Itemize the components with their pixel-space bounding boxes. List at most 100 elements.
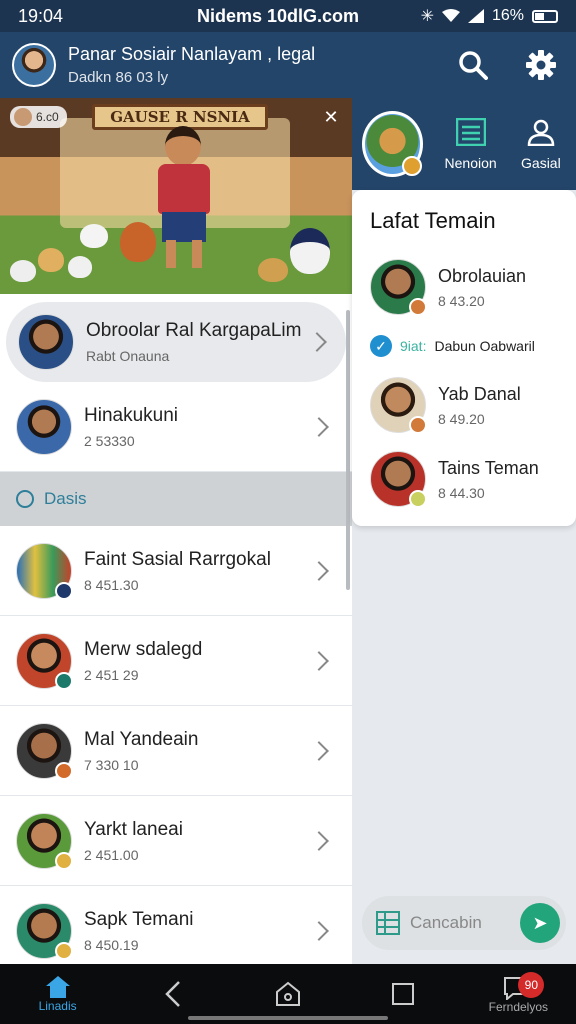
- status-badge: [409, 416, 427, 434]
- list-item-sub: 8 451.30: [84, 576, 139, 593]
- list-item[interactable]: Sapk Temani 8 450.19: [0, 886, 352, 964]
- list-item[interactable]: Hinakukuni 2 53330: [0, 382, 352, 472]
- send-button[interactable]: ➤: [520, 903, 560, 943]
- avatar: [16, 632, 73, 690]
- status-bar: 19:04 Nidems 10dlG.com ✳ 16%: [0, 0, 576, 32]
- banner-character: [150, 126, 220, 276]
- nav-back[interactable]: [133, 966, 213, 1022]
- avatar: [16, 722, 73, 780]
- status-badge: [55, 761, 73, 780]
- people-icon: [527, 119, 555, 146]
- card-item[interactable]: Tains Teman 8 44.30: [370, 442, 576, 516]
- list-item-sub: 2 451 29: [84, 666, 139, 683]
- scrollbar[interactable]: [346, 310, 350, 590]
- section-header: Dasis: [0, 472, 352, 526]
- tab-gasial[interactable]: Gasial: [506, 118, 576, 171]
- chat-list[interactable]: Obroolar Ral KargapaLim Rabt Onauna Hina…: [0, 294, 352, 964]
- pet-dog-icon: [80, 224, 108, 248]
- list-item-sub: 7 330 10: [84, 756, 139, 773]
- status-prefix: 9iat:: [400, 338, 427, 354]
- notification-badge: 90: [518, 972, 545, 998]
- send-icon: ➤: [532, 913, 548, 933]
- status-badge: [409, 298, 427, 316]
- search-icon: [459, 51, 488, 80]
- pet-bunny2-icon: [68, 256, 92, 278]
- card-item[interactable]: Obrolauian 8 43.20: [370, 250, 576, 324]
- featured-avatar[interactable]: [362, 111, 424, 177]
- list-item-selected[interactable]: Obroolar Ral KargapaLim Rabt Onauna: [6, 302, 346, 382]
- list-item[interactable]: Mal Yandeain 7 330 10: [0, 706, 352, 796]
- nav-home[interactable]: Linadis: [18, 966, 98, 1022]
- status-icons: ✳ 16%: [418, 6, 558, 26]
- status-badge: [55, 581, 73, 600]
- section-label: Dasis: [44, 489, 87, 508]
- battery-icon: [532, 9, 558, 23]
- pet-fox-icon: [120, 222, 156, 262]
- badge-label: 6.c0: [36, 110, 59, 124]
- profile-avatar[interactable]: [12, 43, 56, 87]
- list-item-name: Mal Yandeain: [84, 728, 199, 750]
- card-item[interactable]: Yab Danal 8 49.20: [370, 368, 576, 442]
- status-time: 19:04: [18, 5, 64, 26]
- chevron-right-icon: [309, 830, 329, 851]
- nav-home-button[interactable]: [248, 966, 328, 1022]
- pet-cat-icon: [258, 258, 288, 282]
- list-item-sub: 8 450.19: [84, 936, 139, 953]
- nav-messages[interactable]: Ferndelyos 90: [478, 966, 558, 1022]
- status-badge: [55, 671, 73, 690]
- close-icon: ✕: [323, 107, 339, 127]
- card-item-name: Yab Danal: [438, 383, 521, 404]
- banner-close-button[interactable]: ✕: [320, 106, 342, 128]
- friends-card: Lafat Temain Obrolauian 8 43.20 ✓ 9iat: …: [352, 190, 576, 526]
- card-status-line: ✓ 9iat: Dabun Oabwaril: [370, 324, 576, 368]
- right-header: Nenoion Gasial: [352, 98, 576, 190]
- avatar: [370, 259, 427, 316]
- battery-percent: 16%: [491, 7, 524, 24]
- list-item[interactable]: Yarkt laneai 2 451.00: [0, 796, 352, 886]
- search-button[interactable]: [450, 42, 496, 88]
- chevron-right-icon: [309, 416, 329, 437]
- card-item-sub: 8 43.20: [438, 292, 485, 309]
- avatar: [370, 377, 427, 434]
- status-carrier: Nidems 10dlG.com: [196, 5, 360, 26]
- status-badge: [55, 851, 73, 870]
- card-item-sub: 8 44.30: [438, 484, 485, 501]
- avatar: [16, 902, 73, 960]
- settings-button[interactable]: [518, 42, 564, 88]
- card-item-name: Tains Teman: [438, 457, 539, 478]
- search-input[interactable]: Cancabin ➤: [362, 896, 566, 950]
- list-item-name: Hinakukuni: [84, 404, 178, 426]
- chevron-right-icon: [309, 560, 329, 581]
- pet-bunny-icon: [10, 260, 36, 282]
- tab-nenoion[interactable]: Nenoion: [435, 117, 505, 171]
- list-item-sub: Rabt Onauna: [86, 348, 170, 364]
- card-item-sub: 8 49.20: [438, 410, 485, 427]
- list-item-sub: 2 451.00: [84, 846, 139, 863]
- avatar: [16, 812, 73, 870]
- pet-dog2-icon: [38, 248, 64, 272]
- chevron-right-icon: [307, 332, 327, 352]
- banner-badge: 6.c0: [10, 106, 67, 128]
- avatar: [370, 451, 427, 508]
- gear-icon: [526, 50, 556, 80]
- list-item-sub: 2 53330: [84, 432, 135, 449]
- list-item-name: Sapk Temani: [84, 908, 194, 930]
- list-item-name: Merw sdalegd: [84, 638, 203, 660]
- nav-messages-label: Ferndelyos: [488, 1000, 549, 1014]
- card-title: Lafat Temain: [370, 208, 496, 233]
- avatar: [16, 398, 72, 455]
- banner-image[interactable]: GAUSE R NSNIA 6.c0 ✕: [0, 98, 352, 294]
- nav-recents[interactable]: [363, 966, 443, 1022]
- bottom-nav: Linadis Ferndelyos 90: [0, 964, 576, 1024]
- badge-avatar: [14, 108, 32, 126]
- header-subtitle: Dadkn 86 03 ly: [68, 69, 169, 86]
- recents-icon: [392, 983, 415, 1005]
- list-item[interactable]: Faint Sasial Rarrgokal 8 451.30: [0, 526, 352, 616]
- card-item-name: Obrolauian: [438, 265, 527, 286]
- home-indicator: [188, 1016, 388, 1020]
- list-item[interactable]: Merw sdalegd 2 451 29: [0, 616, 352, 706]
- list-item-name: Obroolar Ral KargapaLim: [86, 320, 302, 341]
- signal-icon: [467, 9, 484, 23]
- back-icon: [165, 981, 180, 1007]
- search-placeholder: Cancabin: [410, 913, 482, 932]
